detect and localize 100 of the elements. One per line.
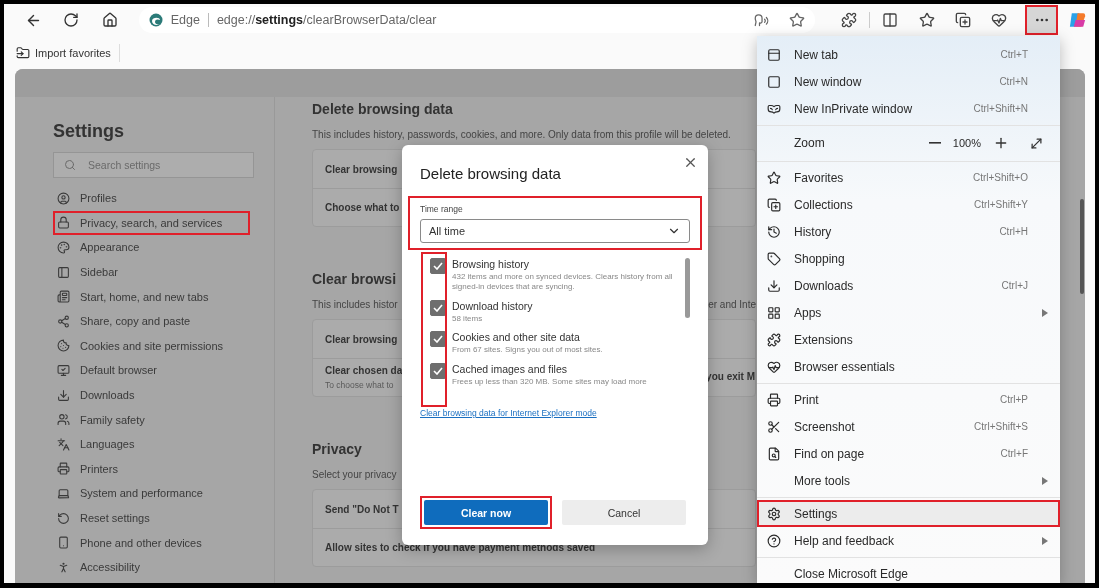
puzzle-icon — [767, 332, 781, 347]
row-title[interactable]: Clear chosen da — [325, 365, 403, 376]
sidebar-item[interactable]: Downloads — [53, 382, 137, 408]
settings-icon — [767, 506, 781, 521]
sidebar-item[interactable]: Appearance — [53, 235, 142, 260]
row-title[interactable]: Clear browsing — [325, 333, 398, 345]
menu-item[interactable]: Settings — [757, 500, 1060, 527]
sidebar-item[interactable]: Start, home, and new tabs — [53, 284, 211, 309]
dialog-title: Delete browsing data — [420, 165, 561, 182]
menu-item[interactable]: Shopping — [757, 245, 1060, 272]
star-icon[interactable] — [788, 12, 805, 28]
sidebar-item[interactable]: Sidebar — [53, 259, 120, 285]
menu-item[interactable]: Browser essentials — [757, 353, 1060, 380]
sidebar-item[interactable]: Phone and other devices — [53, 530, 204, 555]
sidebar-item[interactable]: Privacy, search, and services — [53, 210, 250, 236]
heart-pulse-icon — [767, 359, 781, 374]
sidebar-item[interactable]: Family safety — [53, 407, 147, 432]
sidebar-item[interactable]: Share, copy and paste — [53, 308, 193, 334]
plus-icon — [993, 135, 1009, 151]
section-heading: Clear browsi — [312, 271, 397, 287]
tab-icon — [767, 47, 781, 62]
checkbox[interactable] — [430, 362, 446, 379]
section-description: This includes history, passwords, cookies, and more. Only data from this profile will be deleted. — [312, 129, 731, 140]
panel-icon — [57, 265, 70, 279]
shortcut-text: Ctrl+Shift+N — [973, 103, 1028, 114]
menu-item[interactable]: New InPrivate window Ctrl+Shift+N — [757, 95, 1060, 122]
menu-item[interactable]: History Ctrl+H — [757, 218, 1060, 245]
row-title[interactable]: Clear browsing — [325, 163, 398, 175]
url-text: edge://settings/clearBrowserData/clear — [216, 13, 438, 27]
sidebar-item[interactable]: Profiles — [53, 186, 119, 211]
menu-item[interactable]: Screenshot Ctrl+Shift+S — [757, 413, 1060, 440]
close-button[interactable] — [683, 155, 698, 170]
sidebar-item[interactable]: System and performance — [53, 481, 205, 506]
option-title: Cookies and other site data — [452, 331, 581, 344]
palette-icon — [57, 241, 70, 254]
menu-item[interactable]: Help and feedback — [757, 527, 1060, 554]
menu-item[interactable]: Downloads Ctrl+J — [757, 272, 1060, 299]
checkmark-icon — [433, 366, 443, 375]
option-detail: Frees up less than 320 MB. Some sites may load more — [452, 376, 647, 387]
address-bar[interactable]: Edge edge://settings/clearBrowserData/clear — [138, 7, 815, 33]
share-icon — [57, 314, 70, 328]
download-icon — [57, 388, 70, 402]
sidebar-item[interactable]: Default browser — [53, 358, 160, 383]
time-range-select[interactable]: All time — [420, 219, 690, 243]
menu-item[interactable]: New tab Ctrl+T — [757, 41, 1060, 68]
scissors-icon — [767, 419, 781, 434]
row-title[interactable]: Choose what to — [325, 202, 400, 213]
checkbox[interactable] — [430, 299, 446, 316]
star-icon — [918, 12, 935, 28]
split-icon — [882, 12, 899, 28]
ie-mode-link[interactable]: Clear browsing data for Internet Explorer mode — [420, 407, 597, 418]
shortcut-text: Ctrl+Shift+Y — [974, 199, 1028, 210]
menu-item[interactable]: Extensions — [757, 326, 1060, 353]
browser-logo-icon — [148, 13, 163, 27]
puzzle-icon — [841, 12, 857, 28]
person-icon — [57, 560, 70, 574]
sidebar-item[interactable]: Reset settings — [53, 505, 152, 531]
sidebar-item[interactable]: Printers — [53, 456, 120, 482]
menu-item[interactable]: Find on page Ctrl+F — [757, 440, 1060, 467]
speech-icon[interactable] — [753, 12, 769, 28]
collections-icon — [954, 12, 971, 28]
menu-item[interactable]: Print Ctrl+P — [757, 386, 1060, 413]
scrollbar-thumb[interactable] — [1080, 199, 1084, 294]
checkbox[interactable] — [430, 258, 446, 274]
sidebar-item[interactable]: Cookies and site permissions — [53, 333, 226, 359]
option-title: Download history — [452, 299, 533, 312]
cancel-button[interactable]: Cancel — [562, 500, 686, 525]
shortcut-text: Ctrl+F — [1000, 448, 1028, 459]
menu-item[interactable]: Close Microsoft Edge — [757, 560, 1060, 583]
search-icon — [64, 159, 76, 171]
menu-item[interactable]: Apps — [757, 299, 1060, 326]
menu-item[interactable]: Collections Ctrl+Shift+Y — [757, 191, 1060, 218]
more-button[interactable] — [1025, 5, 1058, 35]
checkbox[interactable] — [430, 331, 446, 348]
clear-now-button[interactable]: Clear now — [424, 500, 548, 525]
field-label: Time range — [420, 204, 464, 214]
grid-icon — [767, 305, 781, 320]
section-description: Select your privacy — [312, 469, 397, 480]
section-heading: Delete browsing data — [312, 101, 453, 117]
collections-icon — [767, 197, 781, 212]
home-icon — [101, 12, 118, 28]
section-description: This includes histor — [312, 299, 398, 310]
heart-pulse-icon — [991, 12, 1008, 28]
shortcut-text: Ctrl+N — [999, 76, 1028, 87]
favorites-bar-item[interactable]: Import favorites — [16, 43, 120, 62]
colorful-logo-icon[interactable] — [1067, 10, 1087, 30]
scrollbar-thumb[interactable] — [685, 258, 690, 318]
sidebar-item[interactable]: Languages — [53, 431, 137, 457]
sidebar-item[interactable]: Accessibility — [53, 554, 142, 580]
shortcut-text: Ctrl+P — [999, 394, 1028, 405]
option-detail: From 67 sites. Signs you out of most sites. — [452, 345, 603, 356]
row-title[interactable]: Send "Do Not T — [325, 503, 399, 515]
shortcut-text: Ctrl+H — [999, 226, 1028, 237]
option-detail: 58 items — [452, 313, 484, 325]
menu-item[interactable]: Favorites Ctrl+Shift+O — [757, 164, 1060, 191]
menu-item[interactable]: More tools — [757, 467, 1060, 494]
shortcut-text: Ctrl+Shift+S — [974, 421, 1028, 432]
zoom-label: Zoom — [794, 136, 826, 150]
close-icon — [683, 155, 698, 170]
cookie-icon — [57, 339, 70, 353]
